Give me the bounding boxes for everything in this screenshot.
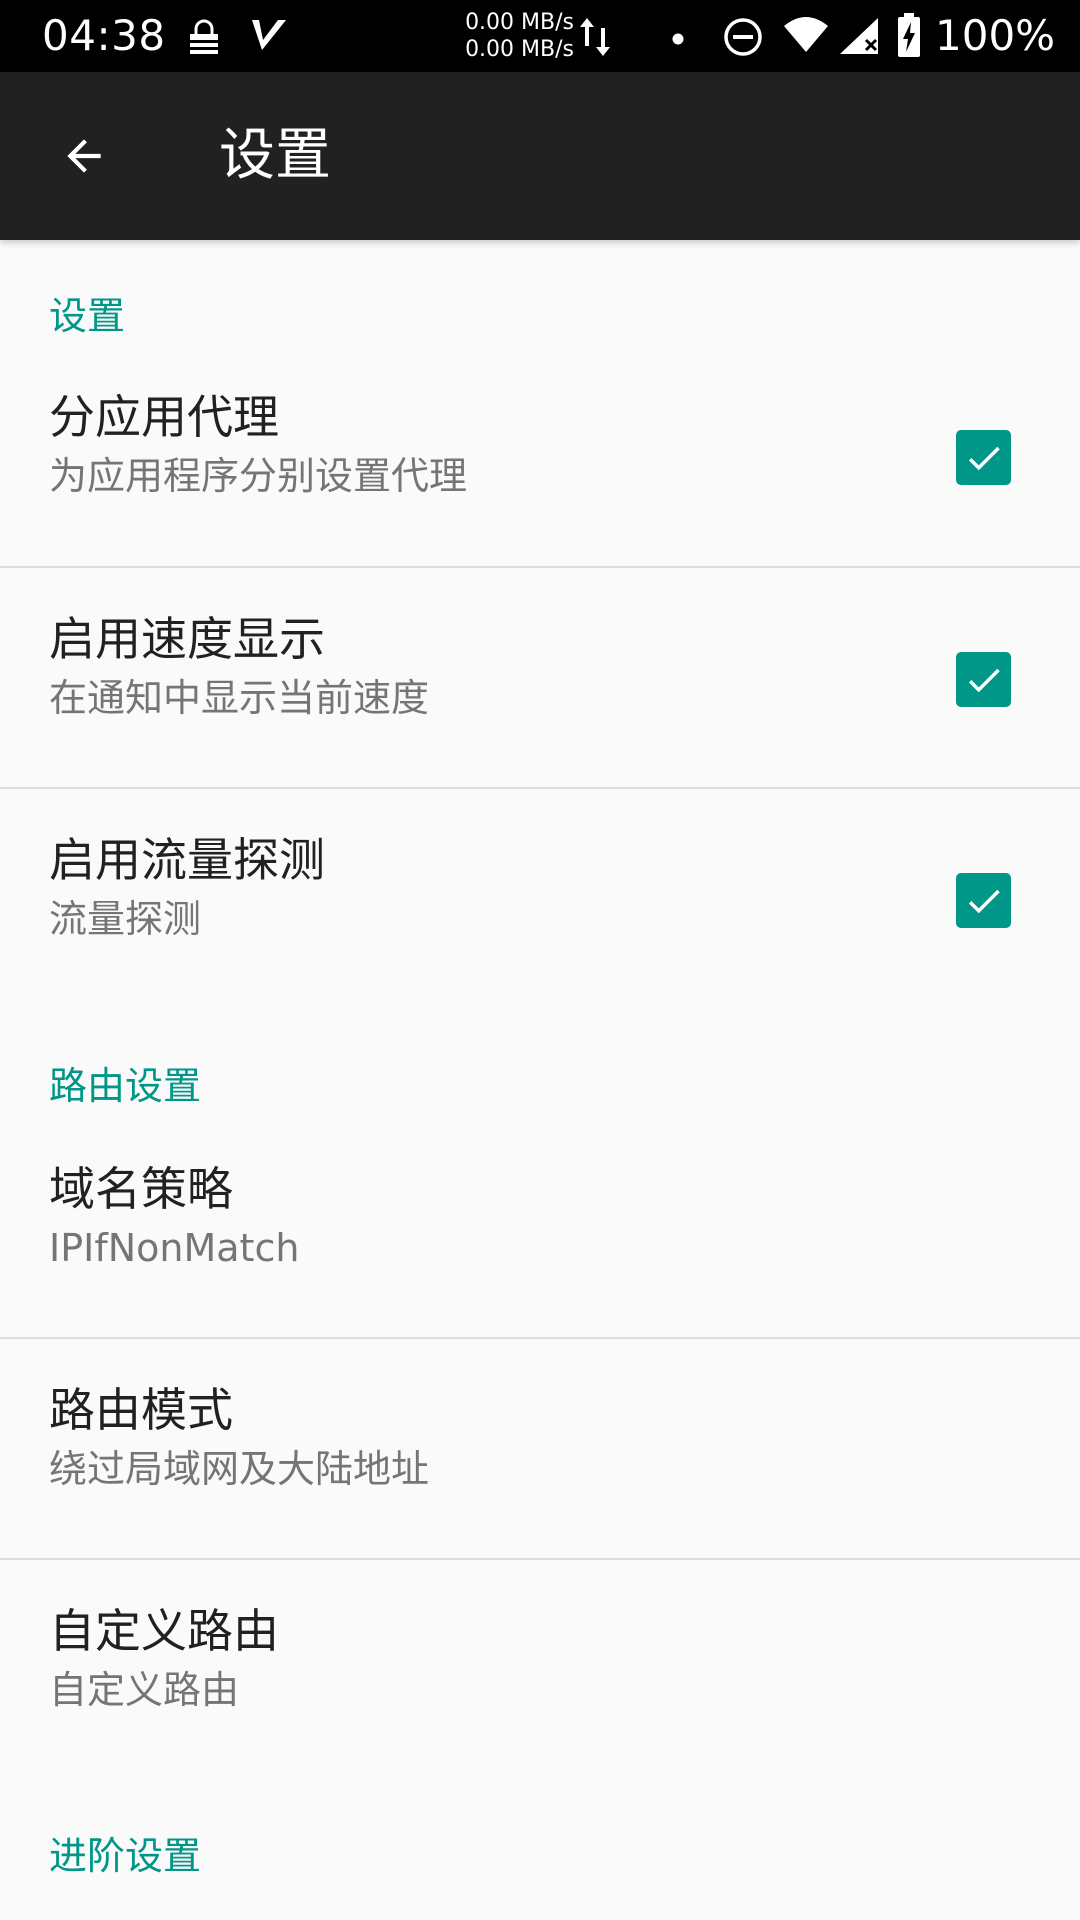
status-bar: 04:38 0.00 MB/s 0.00 MB/s 100% — [0, 0, 1080, 72]
pref-summary: 流量探测 — [49, 897, 202, 941]
page-title: 设置 — [219, 123, 331, 188]
section-header-routing: 路由设置 — [49, 1064, 202, 1108]
dot-icon — [672, 30, 684, 49]
divider — [0, 1558, 1080, 1560]
pref-summary: 为应用程序分别设置代理 — [49, 454, 468, 498]
pref-item-custom-routing[interactable]: 自定义路由 自定义路由 — [0, 1586, 1080, 1776]
speed-display-checkbox[interactable] — [956, 652, 1011, 707]
network-speed: 0.00 MB/s 0.00 MB/s — [462, 9, 574, 63]
pref-item-domain-strategy[interactable]: 域名策略 IPIfNonMatch — [0, 1144, 1080, 1334]
v-app-icon — [248, 14, 290, 60]
pref-item-traffic-sniffing[interactable]: 启用流量探测 流量探测 — [0, 815, 1080, 1005]
pref-title: 分应用代理 — [49, 390, 279, 444]
net-down-speed: 0.00 MB/s — [465, 37, 574, 62]
divider — [0, 787, 1080, 789]
pref-title: 启用流量探测 — [49, 833, 325, 887]
wifi-icon — [782, 14, 830, 60]
checkmark-icon — [968, 668, 1000, 692]
app-bar: 设置 — [0, 72, 1080, 240]
divider — [0, 566, 1080, 568]
status-time: 04:38 — [42, 11, 166, 60]
per-app-proxy-checkbox[interactable] — [956, 430, 1011, 485]
pref-summary: 在通知中显示当前速度 — [49, 676, 430, 720]
battery-percent: 100% — [935, 11, 1056, 60]
pref-item-routing-mode[interactable]: 路由模式 绕过局域网及大陆地址 — [0, 1365, 1080, 1555]
data-arrows-icon — [578, 14, 612, 64]
pref-title: 自定义路由 — [49, 1604, 279, 1658]
back-button[interactable] — [42, 114, 126, 198]
pref-title: 域名策略 — [49, 1162, 233, 1216]
vpn-lock-icon — [184, 18, 224, 62]
section-header-advanced: 进阶设置 — [49, 1834, 202, 1878]
divider — [0, 1337, 1080, 1339]
checkmark-icon — [968, 889, 1000, 913]
pref-title: 启用速度显示 — [49, 612, 325, 666]
pref-summary: IPIfNonMatch — [49, 1226, 300, 1270]
dnd-icon — [722, 16, 764, 62]
section-header-settings: 设置 — [49, 294, 126, 338]
pref-summary: 自定义路由 — [49, 1668, 240, 1712]
net-up-speed: 0.00 MB/s — [465, 10, 574, 35]
pref-item-per-app-proxy[interactable]: 分应用代理 为应用程序分别设置代理 — [0, 372, 1080, 562]
pref-title: 路由模式 — [49, 1383, 233, 1437]
pref-summary: 绕过局域网及大陆地址 — [49, 1447, 430, 1491]
battery-charging-icon — [896, 12, 922, 62]
checkmark-icon — [968, 446, 1000, 470]
traffic-sniffing-checkbox[interactable] — [956, 873, 1011, 928]
pref-item-speed-display[interactable]: 启用速度显示 在通知中显示当前速度 — [0, 594, 1080, 784]
signal-icon — [838, 16, 880, 60]
arrow-left-icon — [67, 139, 101, 173]
